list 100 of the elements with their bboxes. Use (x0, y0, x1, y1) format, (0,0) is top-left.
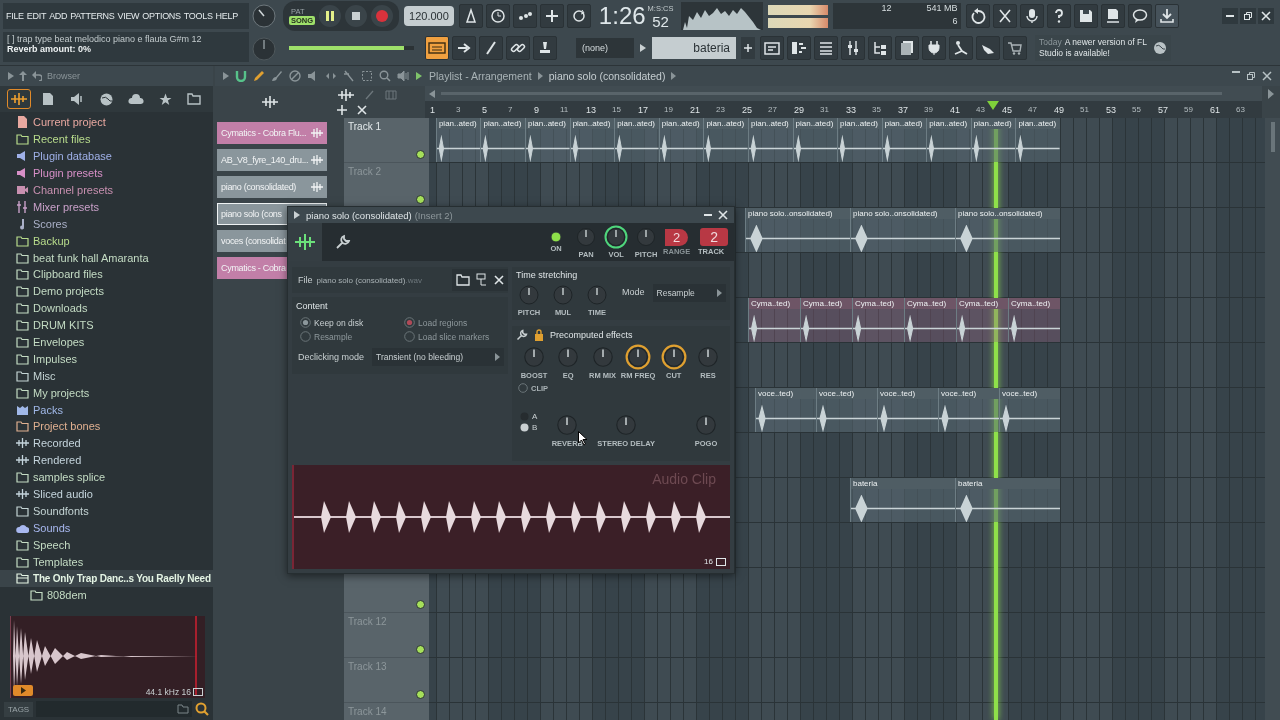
plus-icon[interactable] (539, 4, 564, 28)
track-header[interactable]: Track 1 (344, 118, 429, 163)
ab-switch-option[interactable]: A (520, 412, 538, 421)
master-pitch-knob[interactable] (252, 36, 276, 61)
browser-item[interactable]: Backup (0, 232, 213, 250)
waveform-tab-icon[interactable] (6, 89, 31, 109)
delete-icon[interactable] (289, 70, 301, 82)
knob[interactable] (551, 283, 575, 307)
audio-clip[interactable]: pian..ated) (480, 118, 526, 162)
browser-item[interactable]: 808dem (0, 586, 213, 604)
knob[interactable] (693, 412, 719, 438)
tags-field[interactable] (36, 701, 192, 717)
folder-icon[interactable] (456, 274, 470, 286)
back-arrow-icon[interactable] (32, 71, 42, 81)
tree-icon[interactable] (868, 36, 892, 60)
menu-item[interactable]: VIEW (117, 11, 140, 21)
knob[interactable] (521, 344, 547, 370)
channel-rack-icon[interactable] (814, 36, 838, 60)
arrow-icon[interactable] (223, 72, 229, 80)
scroll-left-icon[interactable] (429, 89, 435, 98)
expand-arrow-icon[interactable] (294, 211, 300, 219)
tree-icon[interactable] (476, 273, 488, 287)
audio-clip[interactable]: bateria (850, 478, 955, 522)
browser-item[interactable]: Mixer presets (0, 198, 213, 216)
browser-item[interactable]: Recorded (0, 434, 213, 452)
audio-clip[interactable]: pian..ated) (1015, 118, 1060, 162)
mixer-track-value[interactable]: 2 (700, 228, 728, 246)
browser-item[interactable]: beat funk hall Amaranta (0, 249, 213, 266)
stamp-icon[interactable] (533, 36, 557, 60)
browser-item[interactable]: Downloads (0, 299, 213, 317)
scissors-icon[interactable] (993, 4, 1018, 28)
ab-switch-option[interactable]: B (520, 423, 538, 432)
option-checkbox[interactable]: Keep on disk (300, 317, 400, 328)
globe-icon[interactable] (1153, 41, 1167, 55)
audio-clip[interactable]: pian..ated) (703, 118, 748, 162)
browser-item[interactable]: Impulses (0, 350, 213, 368)
audio-clip[interactable]: piano solo..onsolidated) (850, 208, 955, 252)
knob[interactable] (660, 344, 687, 370)
lock-icon[interactable] (534, 329, 544, 341)
save-icon[interactable] (1074, 4, 1099, 28)
mode-dropdown[interactable]: Resample (652, 284, 726, 302)
audio-clip[interactable]: pian..ated) (881, 118, 927, 162)
browser-item[interactable]: Envelopes (0, 333, 213, 351)
browser-item[interactable]: Soundfonts (0, 502, 213, 520)
browser-item[interactable]: Misc (0, 367, 213, 385)
audio-clip[interactable]: Cyma..ted) (904, 298, 956, 342)
menu-item[interactable]: PATTERNS (70, 11, 115, 21)
close-button[interactable] (1258, 8, 1274, 24)
audio-clip[interactable]: Cyma..ted) (800, 298, 852, 342)
brush-icon[interactable] (271, 70, 283, 82)
audio-clip[interactable]: voce..ted) (816, 388, 877, 432)
restore-icon[interactable] (1246, 71, 1256, 81)
close-icon[interactable] (1262, 71, 1272, 81)
track-enable-led[interactable] (416, 150, 425, 159)
speaker-icon[interactable] (397, 70, 409, 82)
zoom-icon[interactable] (379, 70, 391, 82)
piano-roll-icon[interactable] (787, 36, 811, 60)
typing-keyboard-icon[interactable] (425, 36, 449, 60)
add-channel-icon[interactable] (741, 37, 755, 59)
knob[interactable] (695, 344, 721, 370)
browser-item[interactable]: Plugin presets (0, 164, 213, 182)
knob[interactable] (625, 344, 652, 370)
close-icon[interactable] (494, 275, 504, 285)
audio-clip[interactable]: pian..ated) (569, 118, 615, 162)
horizontal-scrollbar[interactable] (425, 86, 1262, 101)
audio-clip[interactable]: piano solo..onsolidated) (955, 208, 1060, 252)
browser-item[interactable]: Project bones (0, 418, 213, 435)
browser-item[interactable]: Channel presets (0, 181, 213, 199)
audio-clip[interactable]: pian..ated) (747, 118, 793, 162)
declicking-dropdown[interactable]: Transient (no bleeding) (372, 348, 504, 366)
browser-item[interactable]: Rendered (0, 451, 213, 469)
save-as-icon[interactable] (1101, 4, 1126, 28)
select-icon[interactable] (361, 70, 373, 82)
audio-clip[interactable]: bateria (955, 478, 1060, 522)
browser-item[interactable]: Speech (0, 536, 213, 554)
menu-item[interactable]: HELP (215, 11, 238, 21)
arrow-right-icon[interactable] (452, 36, 476, 60)
breadcrumb-pattern[interactable]: piano solo (consolidated) (548, 70, 666, 82)
undo-icon[interactable] (966, 4, 991, 28)
audio-clip[interactable]: pian..ated) (435, 118, 481, 162)
close-icon[interactable] (718, 210, 728, 220)
audio-clip[interactable]: Cyma..ted) (1008, 298, 1060, 342)
browser-item[interactable]: Sounds (0, 519, 213, 537)
up-arrow-icon[interactable] (19, 71, 27, 81)
browser-item[interactable]: Packs (0, 401, 213, 419)
browser-item[interactable]: Sliced audio (0, 485, 213, 503)
cart-icon[interactable] (1003, 36, 1027, 60)
menu-item[interactable]: EDIT (26, 11, 47, 21)
menu-item[interactable]: OPTIONS (142, 11, 181, 21)
play-button[interactable] (319, 5, 342, 27)
knob[interactable] (517, 283, 541, 307)
audio-clip[interactable]: pian..ated) (658, 118, 704, 162)
track-enable-led[interactable] (416, 645, 425, 654)
pencil-icon[interactable] (253, 70, 265, 82)
microphone-icon[interactable] (1020, 4, 1045, 28)
browser-item[interactable]: Templates (0, 553, 213, 571)
close-icon[interactable] (357, 105, 367, 115)
restore-button[interactable] (1240, 8, 1256, 24)
channel-on-led[interactable] (550, 231, 563, 243)
browser-item[interactable]: Demo projects (0, 282, 213, 300)
